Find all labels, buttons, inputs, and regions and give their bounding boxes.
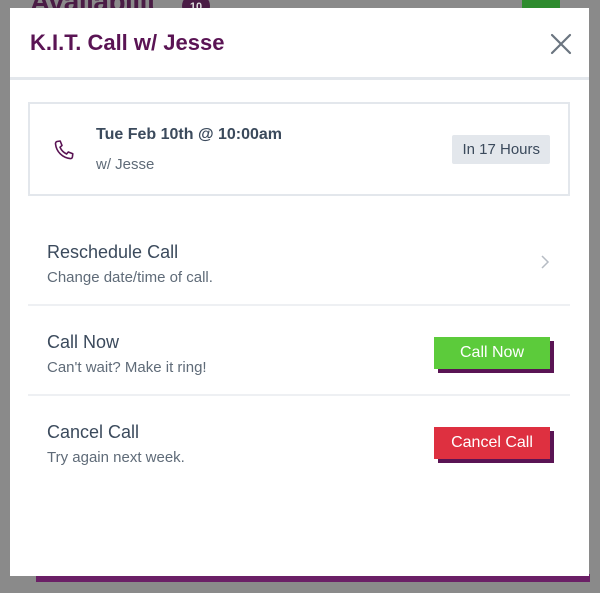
time-until-badge: In 17 Hours: [452, 135, 550, 164]
reschedule-call-row[interactable]: Reschedule Call Change date/time of call…: [28, 216, 570, 306]
call-now-subtitle: Can't wait? Make it ring!: [47, 359, 207, 376]
chevron-right-icon: [541, 255, 550, 269]
call-now-button[interactable]: Call Now: [434, 337, 550, 369]
modal-header: K.I.T. Call w/ Jesse: [10, 8, 589, 80]
close-icon: [550, 33, 572, 55]
call-datetime: Tue Feb 10th @ 10:00am: [96, 126, 283, 143]
call-now-title: Call Now: [47, 332, 120, 352]
call-summary-card: Tue Feb 10th @ 10:00am w/ Jesse In 17 Ho…: [28, 102, 570, 196]
cancel-call-subtitle: Try again next week.: [47, 449, 185, 466]
cancel-call-title: Cancel Call: [47, 422, 140, 442]
reschedule-subtitle: Change date/time of call.: [47, 269, 213, 286]
reschedule-title: Reschedule Call: [47, 242, 179, 262]
cancel-call-button[interactable]: Cancel Call: [434, 427, 550, 459]
cancel-call-row: Cancel Call Try again next week. Cancel …: [28, 396, 570, 486]
call-now-row: Call Now Can't wait? Make it ring! Call …: [28, 306, 570, 396]
phone-icon: [54, 140, 74, 160]
call-modal: K.I.T. Call w/ Jesse Tue Feb 10th @ 10:0…: [10, 8, 589, 576]
call-participant: w/ Jesse: [96, 156, 155, 173]
close-button[interactable]: [547, 30, 575, 58]
modal-title: K.I.T. Call w/ Jesse: [30, 30, 225, 55]
